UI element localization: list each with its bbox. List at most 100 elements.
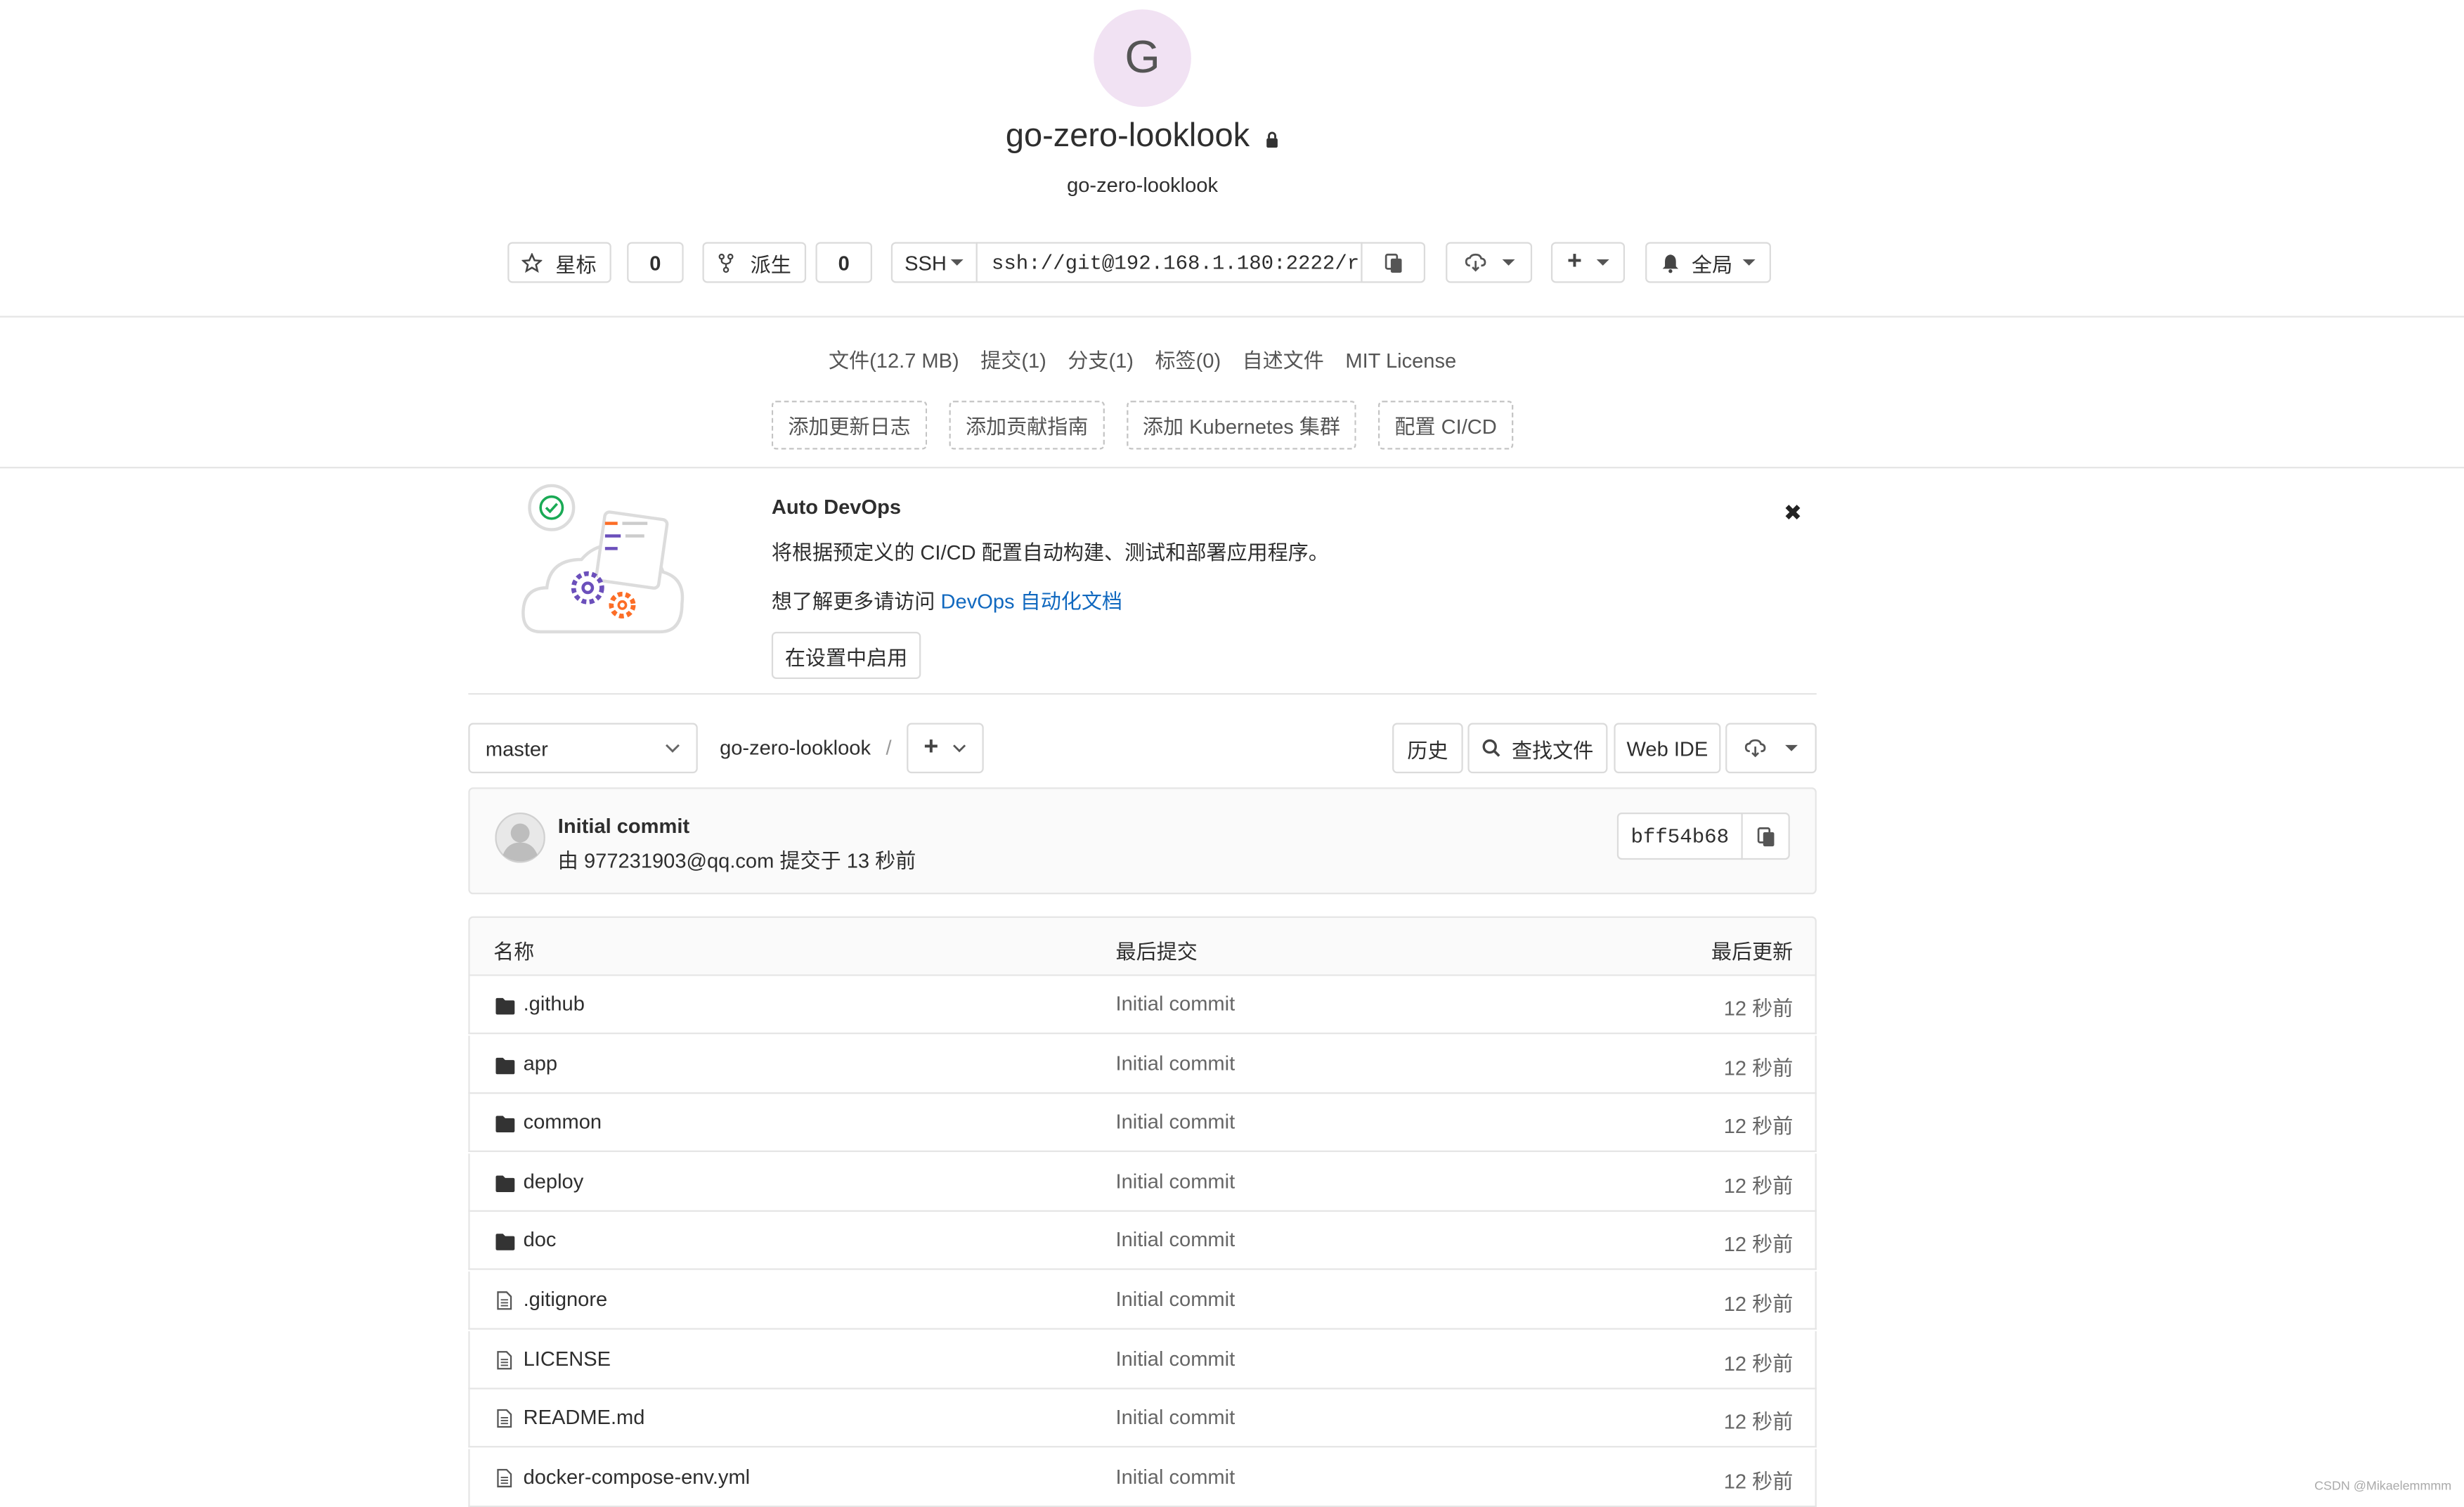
stats-tags[interactable]: 标签(0) xyxy=(1155,349,1221,373)
file-last-commit[interactable]: Initial commit xyxy=(1116,1169,1236,1193)
download-cloud-icon xyxy=(1744,739,1766,758)
file-name[interactable]: docker-compose-env.yml xyxy=(524,1464,751,1488)
devops-docs-link[interactable]: DevOps 自动化文档 xyxy=(941,590,1122,614)
download-cloud-icon xyxy=(1464,253,1486,272)
stats-branches[interactable]: 分支(1) xyxy=(1068,349,1134,373)
commit-sha[interactable]: bff54b68 xyxy=(1616,813,1743,860)
branch-name: master xyxy=(485,736,548,761)
file-last-update: 12 秒前 xyxy=(1723,1055,1794,1080)
last-commit-box: Initial commit 由 977231903@qq.com 提交于 13… xyxy=(468,787,1817,895)
divider xyxy=(0,316,2464,318)
table-row[interactable]: common Initial commit 12 秒前 xyxy=(468,1094,1817,1153)
star-label: 星标 xyxy=(555,252,597,276)
file-last-update: 12 秒前 xyxy=(1723,1351,1794,1375)
file-name[interactable]: deploy xyxy=(524,1169,584,1193)
file-last-update: 12 秒前 xyxy=(1723,1291,1794,1316)
commit-author-prefix: 由 xyxy=(557,848,578,872)
star-count[interactable]: 0 xyxy=(627,242,684,283)
file-name[interactable]: .gitignore xyxy=(524,1287,608,1311)
header-name: 名称 xyxy=(493,940,535,964)
folder-icon xyxy=(495,1054,515,1074)
commit-title[interactable]: Initial commit xyxy=(558,814,689,838)
devops-title: Auto DevOps xyxy=(771,495,901,519)
file-last-commit[interactable]: Initial commit xyxy=(1116,1110,1236,1134)
file-name[interactable]: .github xyxy=(524,992,585,1016)
table-row[interactable]: docker-compose-env.yml Initial commit 12 秒… xyxy=(468,1449,1817,1507)
file-last-update: 12 秒前 xyxy=(1723,1114,1794,1139)
branch-select[interactable]: master xyxy=(468,723,698,774)
breadcrumb-project[interactable]: go-zero-looklook xyxy=(720,735,871,759)
fork-count[interactable]: 0 xyxy=(815,242,872,283)
clone-url-input[interactable]: ssh://git@192.168.1.180:2222/r xyxy=(975,242,1363,283)
file-last-commit[interactable]: Initial commit xyxy=(1116,1287,1236,1311)
enable-in-settings-button[interactable]: 在设置中启用 xyxy=(771,631,921,679)
devops-learn-more: 想了解更多请访问 DevOps 自动化文档 xyxy=(772,585,1122,614)
table-row[interactable]: LICENSE Initial commit 12 秒前 xyxy=(468,1330,1817,1389)
file-last-commit[interactable]: Initial commit xyxy=(1116,1464,1236,1488)
commit-time: 提交于 13 秒前 xyxy=(779,848,916,872)
chevron-down-icon xyxy=(951,259,964,266)
add-to-tree-dropdown[interactable]: + xyxy=(907,723,984,774)
header-last-commit: 最后提交 xyxy=(1115,940,1198,964)
folder-icon xyxy=(495,1231,515,1251)
copy-url-button[interactable] xyxy=(1361,242,1426,283)
stats-license[interactable]: MIT License xyxy=(1345,349,1456,373)
file-icon xyxy=(495,1409,515,1428)
avatar xyxy=(495,813,545,863)
history-button[interactable]: 历史 xyxy=(1392,723,1463,774)
copy-sha-button[interactable] xyxy=(1741,813,1790,860)
file-name[interactable]: common xyxy=(524,1110,602,1134)
download-dropdown[interactable] xyxy=(1725,723,1817,774)
stats-files[interactable]: 文件(12.7 MB) xyxy=(829,349,959,373)
plus-icon: + xyxy=(1567,248,1582,276)
protocol-label: SSH xyxy=(904,250,947,275)
add-contributing-button[interactable]: 添加贡献指南 xyxy=(949,401,1105,450)
clone-protocol-dropdown[interactable]: SSH xyxy=(890,242,978,283)
table-row[interactable]: doc Initial commit 12 秒前 xyxy=(468,1212,1817,1271)
file-name[interactable]: LICENSE xyxy=(524,1346,611,1370)
file-name[interactable]: doc xyxy=(524,1228,557,1252)
stats-commits[interactable]: 提交(1) xyxy=(980,349,1046,373)
divider xyxy=(0,467,2464,469)
file-last-commit[interactable]: Initial commit xyxy=(1116,992,1236,1016)
stats-readme[interactable]: 自述文件 xyxy=(1243,349,1324,373)
project-stats: 文件(12.7 MB) 提交(1) 分支(1) 标签(0) 自述文件 MIT L… xyxy=(0,344,2285,374)
fork-button[interactable]: 派生 xyxy=(702,242,807,283)
commit-author[interactable]: 977231903@qq.com xyxy=(584,848,774,872)
add-dropdown[interactable]: + xyxy=(1550,242,1626,283)
download-dropdown[interactable] xyxy=(1446,242,1533,283)
folder-icon xyxy=(495,1113,515,1133)
notification-dropdown[interactable]: 全局 xyxy=(1645,242,1771,283)
search-icon xyxy=(1482,739,1500,757)
bell-icon xyxy=(1663,254,1680,273)
file-last-commit[interactable]: Initial commit xyxy=(1116,1405,1236,1429)
table-row[interactable]: deploy Initial commit 12 秒前 xyxy=(468,1153,1817,1212)
star-button[interactable]: 星标 xyxy=(507,242,611,283)
tree-table-header: 名称 最后提交 最后更新 xyxy=(468,916,1817,976)
file-icon xyxy=(495,1468,515,1487)
add-kubernetes-button[interactable]: 添加 Kubernetes 集群 xyxy=(1127,401,1356,450)
project-name: go-zero-looklook xyxy=(1005,117,1250,155)
file-last-update: 12 秒前 xyxy=(1723,1173,1794,1198)
add-changelog-button[interactable]: 添加更新日志 xyxy=(771,401,928,450)
fork-icon xyxy=(719,252,734,273)
web-ide-button[interactable]: Web IDE xyxy=(1614,723,1721,774)
file-icon xyxy=(495,1291,515,1310)
table-row[interactable]: .gitignore Initial commit 12 秒前 xyxy=(468,1271,1817,1330)
table-row[interactable]: app Initial commit 12 秒前 xyxy=(468,1035,1817,1094)
devops-description: 将根据预定义的 CI/CD 配置自动构建、测试和部署应用程序。 xyxy=(771,541,1329,564)
setup-cicd-button[interactable]: 配置 CI/CD xyxy=(1377,401,1514,450)
table-row[interactable]: README.md Initial commit 12 秒前 xyxy=(468,1390,1817,1448)
file-last-commit[interactable]: Initial commit xyxy=(1116,1346,1236,1370)
table-row[interactable]: .github Initial commit 12 秒前 xyxy=(468,976,1817,1035)
file-last-commit[interactable]: Initial commit xyxy=(1116,1051,1236,1075)
file-last-commit[interactable]: Initial commit xyxy=(1116,1228,1236,1252)
project-description: go-zero-looklook xyxy=(1067,172,1219,197)
find-file-button[interactable]: 查找文件 xyxy=(1467,723,1608,774)
file-name[interactable]: app xyxy=(524,1051,558,1075)
file-name[interactable]: README.md xyxy=(524,1405,645,1429)
clipboard-icon xyxy=(1756,826,1774,846)
star-icon xyxy=(522,252,543,273)
avatar-letter: G xyxy=(1124,32,1160,83)
close-icon[interactable]: ✖ xyxy=(1784,500,1802,526)
